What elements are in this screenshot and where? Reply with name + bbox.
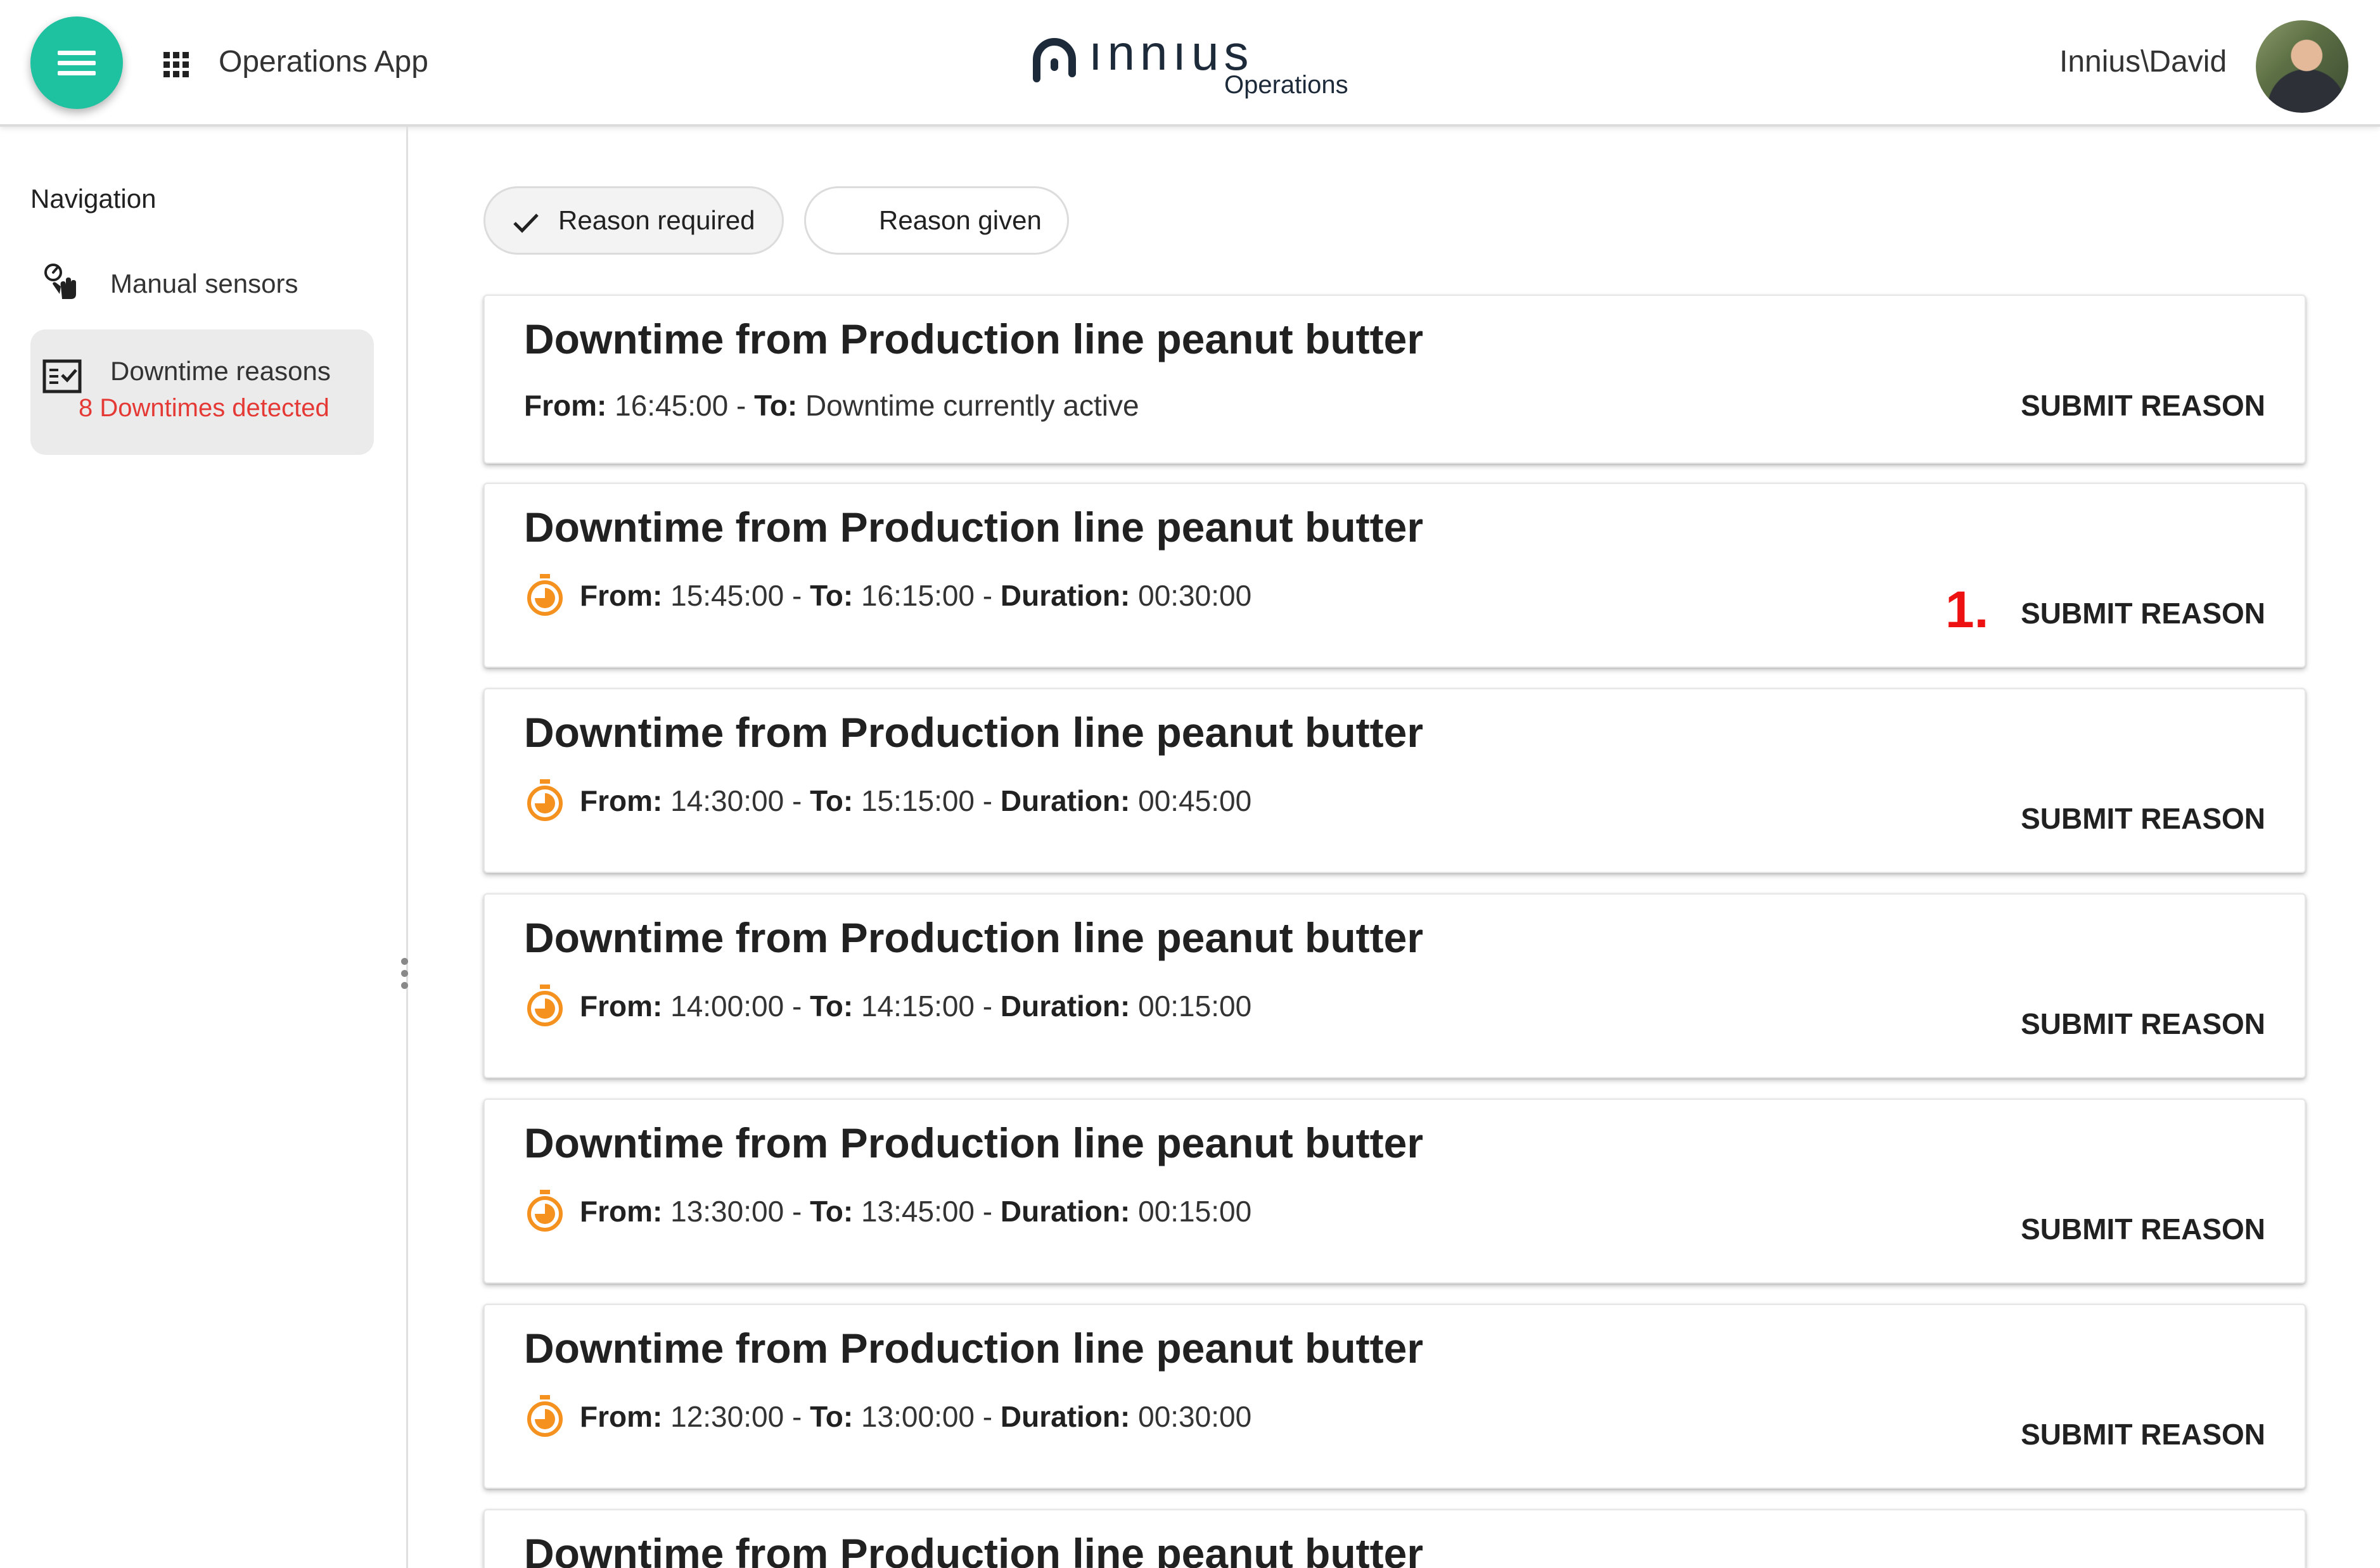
downtime-card: Downtime from Production line peanut but… xyxy=(483,893,2306,1078)
downtime-title: Downtime from Production line peanut but… xyxy=(524,504,1423,551)
downtime-period: From: 14:00:00 - To: 14:15:00 - Duration… xyxy=(524,983,1251,1029)
timer-icon xyxy=(527,1395,563,1437)
menu-icon-bar xyxy=(58,61,96,65)
downtimes-detected-count: 8 Downtimes detected xyxy=(79,394,329,422)
downtime-period: From: 12:30:00 - To: 13:00:00 - Duration… xyxy=(524,1394,1251,1439)
submit-reason-button[interactable]: SUBMIT REASON xyxy=(2021,596,2265,630)
downtime-title: Downtime from Production line peanut but… xyxy=(524,1325,1423,1372)
avatar[interactable] xyxy=(2256,20,2348,113)
filter-chip-reason-given[interactable]: Reason given xyxy=(804,186,1069,255)
submit-reason-button[interactable]: SUBMIT REASON xyxy=(2021,1212,2265,1246)
downtime-title: Downtime from Production line peanut but… xyxy=(524,1530,1423,1568)
downtime-period: From: 13:30:00 - To: 13:45:00 - Duration… xyxy=(524,1189,1251,1234)
submit-reason-button[interactable]: SUBMIT REASON xyxy=(2021,801,2265,836)
downtime-card: Downtime from Production line peanut but… xyxy=(483,483,2306,668)
filter-chip-reason-required[interactable]: Reason required xyxy=(483,186,784,255)
timer-icon xyxy=(527,574,563,616)
downtime-title: Downtime from Production line peanut but… xyxy=(524,914,1423,961)
timer-icon xyxy=(527,985,563,1026)
menu-button[interactable] xyxy=(30,16,123,109)
sidebar-item-label: Downtime reasons xyxy=(110,356,331,386)
downtime-card: Downtime from Production line peanut but… xyxy=(483,1509,2306,1568)
downtime-period: From: 15:45:00 - To: 16:15:00 - Duration… xyxy=(524,573,1251,618)
submit-reason-button[interactable]: SUBMIT REASON xyxy=(2021,1007,2265,1041)
checklist-icon xyxy=(42,359,82,393)
user-name[interactable]: Innius\David xyxy=(2059,44,2227,79)
submit-reason-button[interactable]: SUBMIT REASON xyxy=(2021,1417,2265,1451)
downtime-period: From: 14:30:00 - To: 15:15:00 - Duration… xyxy=(524,778,1251,824)
menu-icon-bar xyxy=(58,71,96,75)
downtime-title: Downtime from Production line peanut but… xyxy=(524,316,1423,362)
app-bar: Operations App ınnıus Operations Innius\… xyxy=(0,0,2380,127)
downtime-title: Downtime from Production line peanut but… xyxy=(524,1119,1423,1166)
timer-icon xyxy=(527,779,563,821)
downtime-card: Downtime from Production line peanut but… xyxy=(483,688,2306,873)
sidebar: Navigation Manual sensors Downtime reaso… xyxy=(0,127,408,1568)
logo-subtitle: Operations xyxy=(1224,71,1348,99)
chip-label: Reason required xyxy=(558,205,755,235)
innius-logo-mark-icon xyxy=(1033,38,1076,82)
sidebar-item-manual-sensors[interactable]: Manual sensors xyxy=(30,247,374,323)
menu-icon-bar xyxy=(58,51,96,55)
downtime-title: Downtime from Production line peanut but… xyxy=(524,709,1423,756)
sidebar-resize-handle[interactable] xyxy=(400,958,409,996)
sidebar-item-label: Manual sensors xyxy=(110,269,298,298)
timer-icon xyxy=(527,1190,563,1232)
innius-logo: ınnıus Operations xyxy=(1027,25,1356,105)
touch-gauge-icon xyxy=(44,264,76,299)
chip-label: Reason given xyxy=(879,205,1042,235)
downtime-card: Downtime from Production line peanut but… xyxy=(483,295,2306,464)
downtime-card: Downtime from Production line peanut but… xyxy=(483,1304,2306,1489)
nav-heading: Navigation xyxy=(30,184,157,214)
downtime-period: From: 16:45:00 - To: Downtime currently … xyxy=(524,389,1139,422)
downtime-card: Downtime from Production line peanut but… xyxy=(483,1099,2306,1284)
submit-reason-button[interactable]: SUBMIT REASON xyxy=(2021,388,2265,423)
sidebar-item-downtime-reasons[interactable]: Downtime reasons 8 Downtimes detected xyxy=(30,329,374,455)
step-marker: 1. xyxy=(1945,581,1989,639)
app-title: Operations App xyxy=(219,45,428,79)
apps-icon[interactable] xyxy=(163,52,189,77)
check-icon xyxy=(513,214,539,233)
